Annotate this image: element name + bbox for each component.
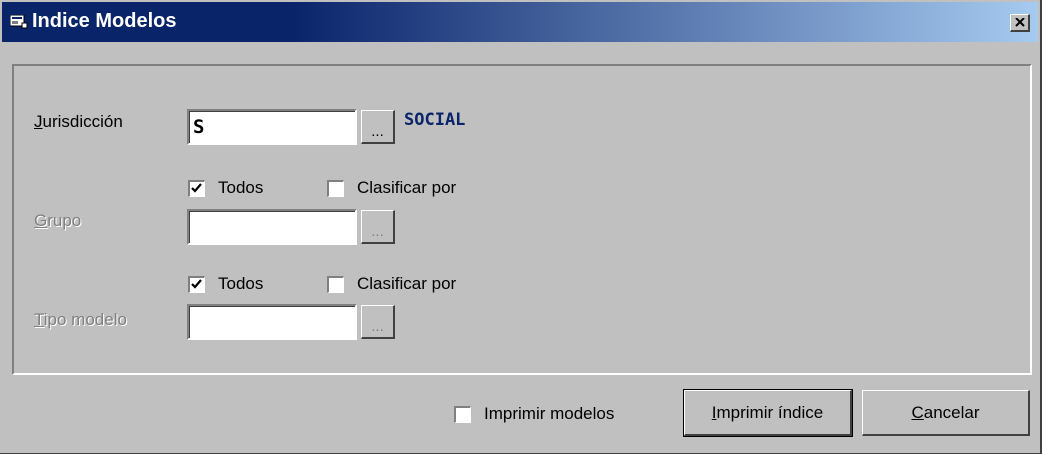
tipo-clasificar-label: Clasificar por — [357, 274, 457, 293]
close-icon — [1014, 18, 1025, 27]
jurisdiccion-input[interactable]: S — [187, 109, 357, 145]
grupo-todos-checkbox[interactable] — [188, 180, 205, 197]
checkmark-icon — [191, 183, 202, 193]
app-icon — [10, 15, 28, 29]
checkmark-icon — [191, 279, 202, 289]
grupo-clasificar-label: Clasificar por — [357, 178, 457, 197]
options-frame — [12, 64, 1032, 375]
imprimir-modelos-label: Imprimir modelos — [484, 404, 615, 423]
grupo-input[interactable] — [187, 209, 357, 245]
jurisdiccion-label: Jurisdicción — [34, 112, 123, 131]
tipo-modelo-input[interactable] — [187, 304, 357, 340]
print-index-button[interactable]: Imprimir índice — [683, 389, 853, 437]
close-button[interactable] — [1010, 14, 1030, 32]
tipo-modelo-browse-button[interactable]: ... — [361, 305, 395, 339]
imprimir-modelos-checkbox[interactable] — [454, 406, 471, 423]
jurisdiccion-name: SOCIAL — [404, 110, 466, 130]
grupo-browse-button[interactable]: ... — [361, 210, 395, 244]
tipo-todos-checkbox[interactable] — [188, 276, 205, 293]
tipo-clasificar-checkbox[interactable] — [327, 276, 344, 293]
grupo-todos-label: Todos — [218, 178, 264, 197]
window-title: Indice Modelos — [32, 10, 177, 32]
cancel-button[interactable]: Cancelar — [862, 390, 1030, 436]
jurisdiccion-value: S — [193, 116, 205, 138]
grupo-clasificar-checkbox[interactable] — [327, 180, 344, 197]
jurisdiccion-browse-button[interactable]: ... — [361, 110, 395, 144]
grupo-label: Grupo — [34, 211, 82, 230]
tipo-todos-label: Todos — [218, 274, 264, 293]
title-bar[interactable]: Indice Modelos — [2, 2, 1038, 42]
tipo-modelo-label: Tipo modelo — [34, 310, 127, 329]
dialog-window: Indice Modelos Jurisdicción S ... SOCIAL… — [0, 0, 1042, 454]
